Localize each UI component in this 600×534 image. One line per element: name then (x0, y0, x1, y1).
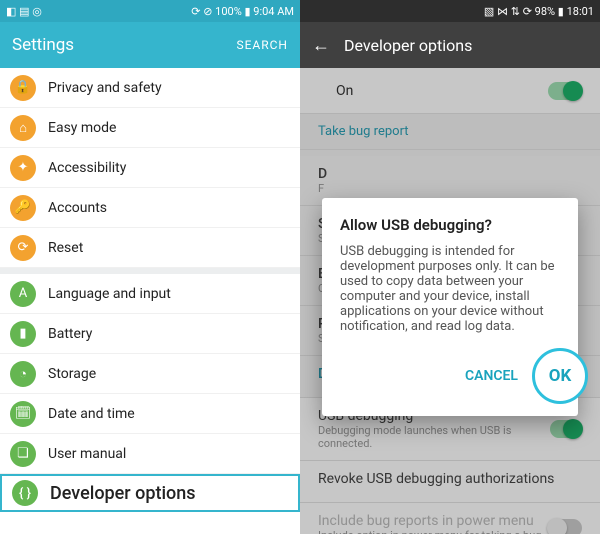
settings-item-easymode[interactable]: ⌂ Easy mode (0, 108, 300, 148)
settings-item-privacy[interactable]: 🔒 Privacy and safety (0, 68, 300, 108)
dialog-body: USB debugging is intended for developmen… (340, 244, 560, 334)
battery-icon: ▮ (10, 321, 36, 347)
settings-item-label: Developer options (50, 483, 196, 504)
settings-item-datetime[interactable]: 🗓 Date and time (0, 394, 300, 434)
settings-item-developer-options[interactable]: { } Developer options (0, 474, 300, 512)
usb-debugging-dialog: Allow USB debugging? USB debugging is in… (322, 198, 578, 416)
home-icon: ⌂ (10, 115, 36, 141)
settings-item-label: User manual (48, 446, 126, 462)
app-bar-settings: Settings SEARCH (0, 22, 300, 68)
settings-item-label: Reset (48, 240, 83, 256)
manual-icon: ❏ (10, 441, 36, 467)
app-bar-developer: ← Developer options (300, 22, 600, 68)
status-bar: ◧ ▤ ◎ ⟳ ⊘ 100% ▮ 9:04 AM (0, 0, 300, 22)
developer-options-pane: ▧ ⋈ ⇅ ⟳ 98% ▮ 18:01 ← Developer options … (300, 0, 600, 534)
back-icon[interactable]: ← (312, 35, 330, 56)
settings-item-label: Date and time (48, 406, 135, 422)
key-icon: 🔑 (10, 195, 36, 221)
settings-item-label: Accessibility (48, 160, 126, 176)
status-left-icons: ◧ ▤ ◎ (6, 5, 42, 18)
settings-item-battery[interactable]: ▮ Battery (0, 314, 300, 354)
ok-button[interactable]: OK (532, 348, 588, 404)
storage-icon: ◔ (10, 361, 36, 387)
cancel-button[interactable]: CANCEL (465, 368, 518, 384)
settings-list: 🔒 Privacy and safety ⌂ Easy mode ✦ Acces… (0, 68, 300, 512)
settings-pane: ◧ ▤ ◎ ⟳ ⊘ 100% ▮ 9:04 AM Settings SEARCH… (0, 0, 300, 534)
settings-item-accounts[interactable]: 🔑 Accounts (0, 188, 300, 228)
settings-item-reset[interactable]: ⟳ Reset (0, 228, 300, 268)
settings-item-usermanual[interactable]: ❏ User manual (0, 434, 300, 474)
developer-icon: { } (12, 480, 38, 506)
language-icon: A (10, 281, 36, 307)
developer-content: On Take bug report D F S S B C P S De (300, 68, 600, 534)
dialog-title: Allow USB debugging? (340, 216, 560, 234)
settings-item-storage[interactable]: ◔ Storage (0, 354, 300, 394)
status-bar: ▧ ⋈ ⇅ ⟳ 98% ▮ 18:01 (300, 0, 600, 22)
status-right: ⟳ ⊘ 100% ▮ 9:04 AM (191, 5, 294, 18)
reset-icon: ⟳ (10, 235, 36, 261)
accessibility-icon: ✦ (10, 155, 36, 181)
settings-item-accessibility[interactable]: ✦ Accessibility (0, 148, 300, 188)
settings-item-label: Accounts (48, 200, 107, 216)
settings-item-language[interactable]: A Language and input (0, 274, 300, 314)
appbar-title: Developer options (344, 36, 472, 55)
settings-item-label: Easy mode (48, 120, 116, 136)
calendar-icon: 🗓 (10, 401, 36, 427)
settings-item-label: Storage (48, 366, 96, 382)
status-right: ▧ ⋈ ⇅ ⟳ 98% ▮ 18:01 (484, 5, 594, 18)
lock-icon: 🔒 (10, 75, 36, 101)
settings-title: Settings (12, 35, 74, 55)
settings-item-label: Privacy and safety (48, 80, 162, 96)
settings-item-label: Battery (48, 326, 92, 342)
settings-item-label: Language and input (48, 286, 171, 302)
search-button[interactable]: SEARCH (236, 38, 288, 52)
